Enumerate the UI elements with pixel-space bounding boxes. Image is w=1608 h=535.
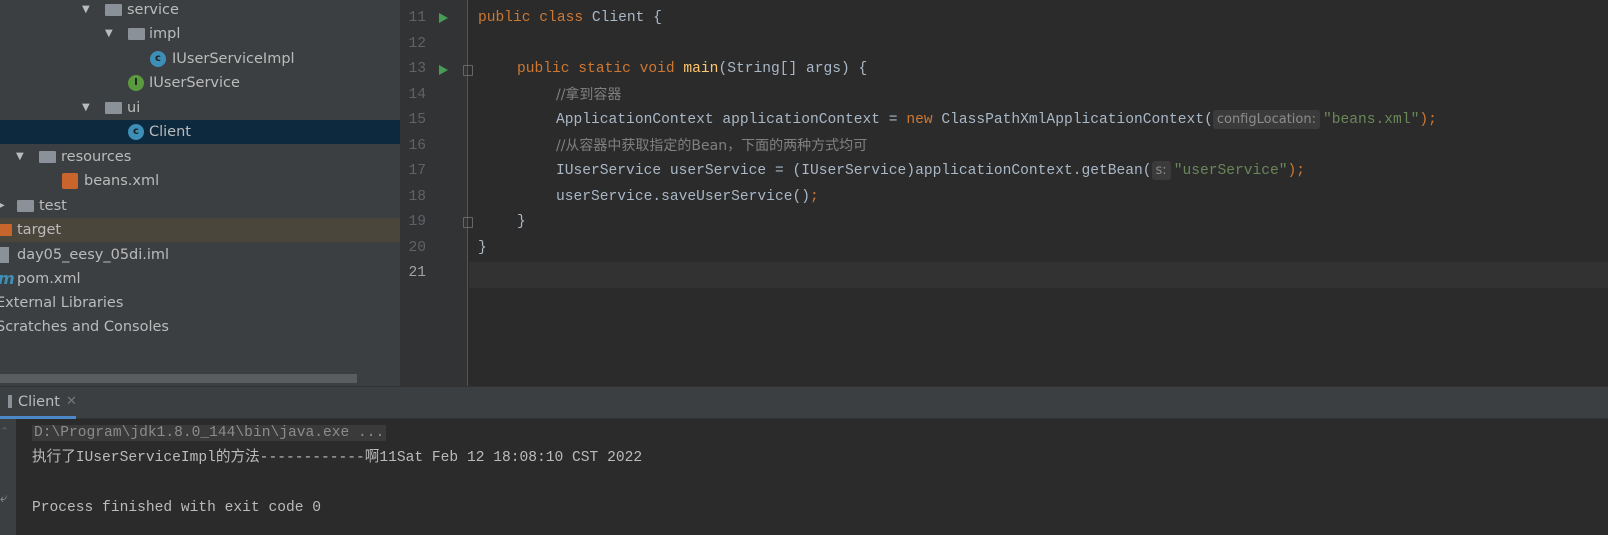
- tree-item-client[interactable]: c Client: [0, 120, 400, 144]
- tree-item-external-libraries[interactable]: External Libraries: [0, 291, 400, 315]
- console-output[interactable]: D:\Program\jdk1.8.0_144\bin\java.exe ...…: [16, 419, 1608, 535]
- interface-icon: I: [128, 75, 144, 91]
- code-line-11: public class Client {: [478, 10, 662, 26]
- class-icon: c: [150, 51, 166, 67]
- soft-wrap-icon[interactable]: ⤶: [0, 491, 7, 506]
- line-number: 15: [408, 112, 426, 128]
- line-number: 16: [408, 138, 426, 154]
- line-number: 21: [408, 265, 426, 281]
- tree-item-impl[interactable]: ▼ impl: [0, 22, 400, 46]
- code-line-17: IUserService userService = (IUserService…: [556, 161, 1306, 180]
- scroll-up-icon[interactable]: ⌃: [0, 425, 9, 438]
- console-icon: [8, 395, 12, 408]
- code-line-16: //从容器中获取指定的Bean，下面的两种方式均可: [556, 138, 868, 154]
- runnable-class-icon: c: [128, 124, 144, 140]
- package-folder-icon: [105, 102, 122, 114]
- editor-gutter: 11 12 13 14 15 16 17 18 19 20 21: [400, 0, 473, 386]
- line-number: 17: [408, 163, 426, 179]
- run-main-icon[interactable]: [439, 65, 448, 75]
- console-command-line: D:\Program\jdk1.8.0_144\bin\java.exe ...: [32, 425, 387, 441]
- tree-item-beans-xml[interactable]: beans.xml: [0, 169, 400, 193]
- expand-arrow-icon[interactable]: ▼: [105, 22, 113, 46]
- console-output-line: 执行了IUserServiceImpl的方法------------啊11Sat…: [32, 450, 643, 466]
- expand-arrow-icon[interactable]: ▼: [82, 0, 90, 22]
- code-editor[interactable]: public class Client { public static void…: [469, 0, 1608, 386]
- maven-icon: m: [0, 267, 15, 288]
- line-number: 20: [408, 240, 426, 256]
- project-tree: ▼ service ▼ impl c IUserServiceImpl I IUserS…: [0, 0, 400, 386]
- tree-item-scratches[interactable]: Scratches and Consoles: [0, 315, 400, 339]
- iml-file-icon: [0, 247, 9, 263]
- excluded-folder-icon: [0, 224, 12, 236]
- code-line-15: ApplicationContext applicationContext = …: [556, 110, 1437, 129]
- tree-item-iuserservice[interactable]: I IUserService: [0, 71, 400, 95]
- spring-xml-icon: [62, 173, 78, 189]
- line-number: 11: [408, 10, 426, 26]
- run-class-icon[interactable]: [439, 13, 448, 23]
- line-number: 12: [408, 36, 426, 52]
- tree-item-iml[interactable]: day05_eesy_05di.iml: [0, 243, 400, 267]
- code-line-20: }: [478, 240, 487, 256]
- code-line-19: }: [517, 214, 526, 230]
- tree-item-service[interactable]: ▼ service: [0, 0, 400, 22]
- tree-item-target[interactable]: target: [0, 218, 400, 242]
- tree-item-pom[interactable]: mpom.xml: [0, 267, 400, 291]
- console-toolbar: ⌃ ⤶: [0, 419, 16, 535]
- line-number: 13: [408, 61, 426, 77]
- code-line-13: public static void main(String[] args) {: [517, 61, 868, 77]
- expand-arrow-icon[interactable]: ▼: [16, 145, 24, 169]
- parameter-hint: s:: [1151, 161, 1171, 180]
- code-line-18: userService.saveUserService();: [556, 189, 819, 205]
- package-folder-icon: [105, 4, 122, 16]
- package-folder-icon: [128, 28, 145, 40]
- run-tab-client[interactable]: Client ✕: [0, 387, 77, 419]
- close-tab-icon[interactable]: ✕: [66, 394, 77, 409]
- parameter-hint: configLocation:: [1212, 110, 1320, 129]
- line-number: 18: [408, 189, 426, 205]
- tree-item-resources[interactable]: ▼ resources: [0, 145, 400, 169]
- resources-folder-icon: [39, 151, 56, 163]
- tree-item-ui[interactable]: ▼ ui: [0, 96, 400, 120]
- tree-item-test[interactable]: ▶ test: [0, 194, 400, 218]
- tree-item-iuserserviceimpl[interactable]: c IUserServiceImpl: [0, 47, 400, 71]
- horizontal-scrollbar[interactable]: [0, 374, 357, 383]
- run-tool-window-header: Client ✕: [0, 386, 1608, 419]
- line-number: 14: [408, 87, 426, 103]
- code-line-14: //拿到容器: [556, 87, 622, 103]
- collapsed-arrow-icon[interactable]: ▶: [0, 194, 5, 218]
- expand-arrow-icon[interactable]: ▼: [82, 96, 90, 120]
- console-exit-line: Process finished with exit code 0: [32, 500, 322, 516]
- line-number: 19: [408, 214, 426, 230]
- folder-icon: [17, 200, 34, 212]
